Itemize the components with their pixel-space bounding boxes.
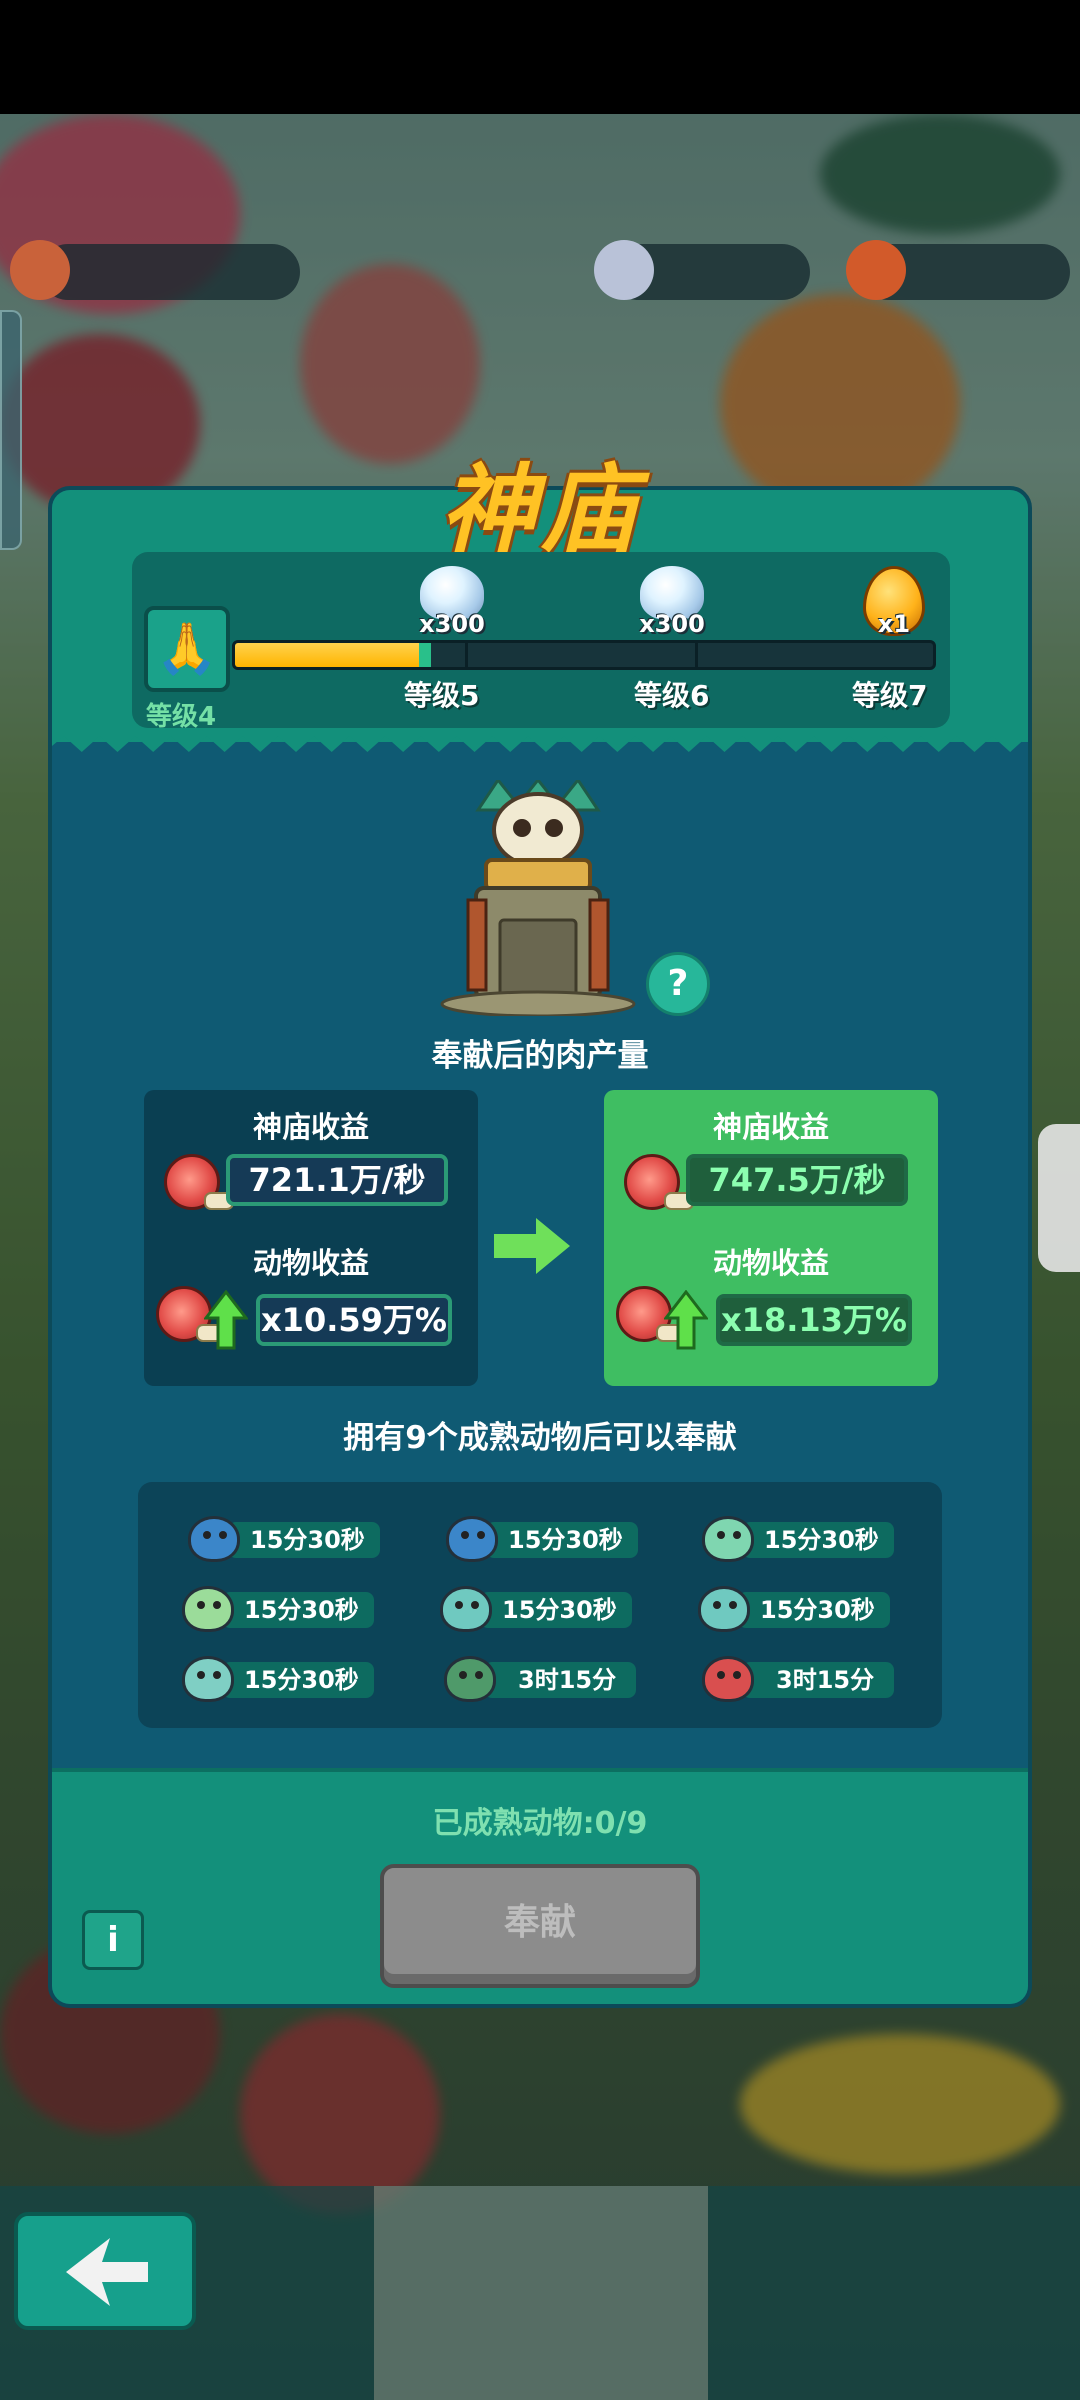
reward-count: x300: [639, 610, 705, 638]
reward-count: x1: [877, 610, 911, 638]
animal-timer: 15分30秒: [738, 1592, 890, 1628]
animal-timer: 3时15分: [742, 1662, 894, 1698]
matured-count: 已成熟动物:0/9: [432, 1806, 648, 1841]
back-button[interactable]: [14, 2212, 196, 2330]
animal-slot[interactable]: 3时15分: [702, 1656, 902, 1702]
animal-icon: [182, 1586, 234, 1632]
animal-slot[interactable]: 15分30秒: [440, 1586, 640, 1632]
animal-icon: [698, 1586, 750, 1632]
meat-icon: [164, 1154, 234, 1214]
temple-income-value: 747.5万/秒: [686, 1154, 908, 1206]
condition-text: 拥有9个成熟动物后可以奉献: [343, 1420, 737, 1456]
animal-timer: 15分30秒: [228, 1522, 380, 1558]
progress-divider: [695, 643, 698, 667]
animal-icon: [446, 1516, 498, 1562]
animal-income-label: 动物收益: [252, 1246, 369, 1280]
nav-tab-selected[interactable]: [374, 2186, 708, 2400]
reward-level6[interactable]: x300: [636, 566, 708, 638]
animal-timer: 3时15分: [484, 1662, 636, 1698]
animal-income-label: 动物收益: [712, 1246, 829, 1280]
animal-income-value: x18.13万%: [716, 1294, 912, 1346]
animal-slot[interactable]: 15分30秒: [188, 1516, 388, 1562]
animal-slot[interactable]: 15分30秒: [182, 1586, 382, 1632]
animal-grid: 15分30秒 15分30秒 15分30秒 15分30秒 15分30秒 15分30…: [138, 1482, 942, 1728]
animal-icon: [182, 1656, 234, 1702]
arrow-right-icon: [494, 1218, 570, 1274]
animal-icon: [702, 1516, 754, 1562]
animal-slot[interactable]: 15分30秒: [446, 1516, 646, 1562]
reward-level5[interactable]: x300: [416, 566, 488, 638]
progress-tip: [419, 643, 432, 667]
temple-income-label: 神庙收益: [252, 1110, 369, 1144]
income-before-box: 神庙收益 721.1万/秒 动物收益 x10.59万%: [144, 1090, 478, 1386]
animal-icon: [440, 1586, 492, 1632]
offer-button[interactable]: 奉献: [380, 1864, 700, 1988]
animal-timer: 15分30秒: [222, 1662, 374, 1698]
animal-timer: 15分30秒: [222, 1592, 374, 1628]
milestone-label: 等级7: [852, 679, 928, 712]
up-arrow-icon: [664, 1290, 708, 1350]
panel-title: 神庙: [440, 454, 640, 566]
temple-illustration: [440, 780, 636, 1016]
animal-icon: [444, 1656, 496, 1702]
reward-level7[interactable]: x1: [858, 566, 930, 638]
income-after-box: 神庙收益 747.5万/秒 动物收益 x18.13万%: [604, 1090, 938, 1386]
meat-icon: [624, 1154, 694, 1214]
up-arrow-icon: [204, 1290, 248, 1350]
animal-icon: [702, 1656, 754, 1702]
status-bar: [0, 0, 1080, 114]
milestone-label: 等级5: [404, 679, 480, 712]
animal-timer: 15分30秒: [486, 1522, 638, 1558]
temple-income-value: 721.1万/秒: [226, 1154, 448, 1206]
help-button[interactable]: ?: [646, 952, 710, 1016]
animal-income-value: x10.59万%: [256, 1294, 452, 1346]
animal-timer: 15分30秒: [742, 1522, 894, 1558]
production-title: 奉献后的肉产量: [431, 1038, 649, 1074]
animal-icon: [188, 1516, 240, 1562]
back-arrow-icon: [66, 2238, 148, 2306]
reward-count: x300: [419, 610, 485, 638]
animal-slot[interactable]: 15分30秒: [182, 1656, 382, 1702]
level-progress-bar: [232, 640, 936, 670]
current-level-label: 等级4: [146, 702, 217, 732]
animal-slot[interactable]: 15分30秒: [702, 1516, 902, 1562]
animal-timer: 15分30秒: [480, 1592, 632, 1628]
milestone-label: 等级6: [634, 679, 710, 712]
animal-slot[interactable]: 15分30秒: [698, 1586, 898, 1632]
praying-hands-icon: 🙏: [144, 606, 230, 692]
animal-slot[interactable]: 3时15分: [444, 1656, 644, 1702]
info-button[interactable]: i: [82, 1910, 144, 1970]
temple-income-label: 神庙收益: [712, 1110, 829, 1144]
right-edge-tab[interactable]: [1038, 1124, 1080, 1272]
progress-fill: [235, 643, 424, 667]
progress-divider: [465, 643, 468, 667]
